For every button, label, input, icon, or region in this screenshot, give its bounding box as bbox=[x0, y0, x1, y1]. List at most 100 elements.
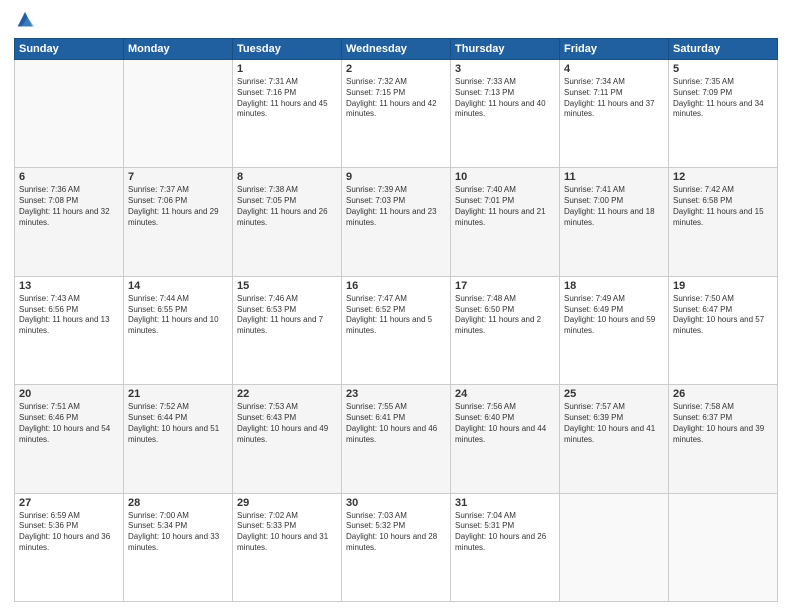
day-number: 7 bbox=[128, 171, 228, 183]
day-number: 25 bbox=[564, 388, 664, 400]
logo-icon bbox=[14, 10, 36, 32]
day-number: 18 bbox=[564, 280, 664, 292]
calendar-cell: 13 Sunrise: 7:43 AM Sunset: 6:56 PM Dayli… bbox=[15, 276, 124, 384]
calendar-cell: 31 Sunrise: 7:04 AM Sunset: 5:31 PM Dayli… bbox=[451, 493, 560, 601]
calendar-cell: 15 Sunrise: 7:46 AM Sunset: 6:53 PM Dayli… bbox=[233, 276, 342, 384]
day-info: Sunrise: 7:38 AM Sunset: 7:05 PM Dayligh… bbox=[237, 185, 337, 228]
weekday-header: Monday bbox=[124, 39, 233, 60]
day-number: 23 bbox=[346, 388, 446, 400]
day-info: Sunrise: 7:35 AM Sunset: 7:09 PM Dayligh… bbox=[673, 77, 773, 120]
calendar-cell: 24 Sunrise: 7:56 AM Sunset: 6:40 PM Dayli… bbox=[451, 385, 560, 493]
calendar-cell bbox=[669, 493, 778, 601]
calendar-cell bbox=[560, 493, 669, 601]
day-info: Sunrise: 7:47 AM Sunset: 6:52 PM Dayligh… bbox=[346, 294, 446, 337]
day-number: 10 bbox=[455, 171, 555, 183]
day-number: 13 bbox=[19, 280, 119, 292]
day-info: Sunrise: 7:50 AM Sunset: 6:47 PM Dayligh… bbox=[673, 294, 773, 337]
calendar-cell: 26 Sunrise: 7:58 AM Sunset: 6:37 PM Dayli… bbox=[669, 385, 778, 493]
day-number: 31 bbox=[455, 497, 555, 509]
day-info: Sunrise: 7:56 AM Sunset: 6:40 PM Dayligh… bbox=[455, 402, 555, 445]
calendar-week-row: 6 Sunrise: 7:36 AM Sunset: 7:08 PM Daylig… bbox=[15, 168, 778, 276]
calendar-cell bbox=[124, 60, 233, 168]
calendar-cell: 30 Sunrise: 7:03 AM Sunset: 5:32 PM Dayli… bbox=[342, 493, 451, 601]
calendar-cell: 21Sunrise: 7:52 AM Sunset: 6:44 PM Dayli… bbox=[124, 385, 233, 493]
day-info: Sunrise: 7:44 AM Sunset: 6:55 PM Dayligh… bbox=[128, 294, 228, 337]
day-number: 27 bbox=[19, 497, 119, 509]
day-number: 29 bbox=[237, 497, 337, 509]
calendar-cell: 4Sunrise: 7:34 AM Sunset: 7:11 PM Daylig… bbox=[560, 60, 669, 168]
day-number: 9 bbox=[346, 171, 446, 183]
logo bbox=[14, 10, 40, 32]
calendar-cell: 10 Sunrise: 7:40 AM Sunset: 7:01 PM Dayli… bbox=[451, 168, 560, 276]
day-info: Sunrise: 7:46 AM Sunset: 6:53 PM Dayligh… bbox=[237, 294, 337, 337]
calendar-cell: 6 Sunrise: 7:36 AM Sunset: 7:08 PM Daylig… bbox=[15, 168, 124, 276]
calendar-cell: 23 Sunrise: 7:55 AM Sunset: 6:41 PM Dayli… bbox=[342, 385, 451, 493]
day-info: Sunrise: 7:42 AM Sunset: 6:58 PM Dayligh… bbox=[673, 185, 773, 228]
day-info: Sunrise: 7:03 AM Sunset: 5:32 PM Dayligh… bbox=[346, 511, 446, 554]
calendar-cell: 3 Sunrise: 7:33 AM Sunset: 7:13 PM Daylig… bbox=[451, 60, 560, 168]
weekday-header: Thursday bbox=[451, 39, 560, 60]
day-info: Sunrise: 7:36 AM Sunset: 7:08 PM Dayligh… bbox=[19, 185, 119, 228]
calendar-cell: 12 Sunrise: 7:42 AM Sunset: 6:58 PM Dayli… bbox=[669, 168, 778, 276]
day-info: Sunrise: 7:55 AM Sunset: 6:41 PM Dayligh… bbox=[346, 402, 446, 445]
day-info: Sunrise: 6:59 AM Sunset: 5:36 PM Dayligh… bbox=[19, 511, 119, 554]
calendar-page: SundayMondayTuesdayWednesdayThursdayFrid… bbox=[0, 0, 792, 612]
calendar-cell: 2 Sunrise: 7:32 AM Sunset: 7:15 PM Daylig… bbox=[342, 60, 451, 168]
day-info: Sunrise: 7:49 AM Sunset: 6:49 PM Dayligh… bbox=[564, 294, 664, 337]
day-info: Sunrise: 7:43 AM Sunset: 6:56 PM Dayligh… bbox=[19, 294, 119, 337]
calendar-cell: 17Sunrise: 7:48 AM Sunset: 6:50 PM Dayli… bbox=[451, 276, 560, 384]
day-number: 2 bbox=[346, 63, 446, 75]
day-number: 12 bbox=[673, 171, 773, 183]
day-number: 21 bbox=[128, 388, 228, 400]
day-info: Sunrise: 7:32 AM Sunset: 7:15 PM Dayligh… bbox=[346, 77, 446, 120]
calendar-cell: 14Sunrise: 7:44 AM Sunset: 6:55 PM Dayli… bbox=[124, 276, 233, 384]
calendar-cell: 27 Sunrise: 6:59 AM Sunset: 5:36 PM Dayli… bbox=[15, 493, 124, 601]
day-number: 15 bbox=[237, 280, 337, 292]
day-number: 11 bbox=[564, 171, 664, 183]
day-number: 1 bbox=[237, 63, 337, 75]
calendar-cell: 7 Sunrise: 7:37 AM Sunset: 7:06 PM Daylig… bbox=[124, 168, 233, 276]
day-number: 20 bbox=[19, 388, 119, 400]
day-number: 28 bbox=[128, 497, 228, 509]
day-number: 30 bbox=[346, 497, 446, 509]
day-info: Sunrise: 7:57 AM Sunset: 6:39 PM Dayligh… bbox=[564, 402, 664, 445]
weekday-header-row: SundayMondayTuesdayWednesdayThursdayFrid… bbox=[15, 39, 778, 60]
day-info: Sunrise: 7:00 AM Sunset: 5:34 PM Dayligh… bbox=[128, 511, 228, 554]
weekday-header: Sunday bbox=[15, 39, 124, 60]
calendar-cell: 25 Sunrise: 7:57 AM Sunset: 6:39 PM Dayli… bbox=[560, 385, 669, 493]
day-info: Sunrise: 7:31 AM Sunset: 7:16 PM Dayligh… bbox=[237, 77, 337, 120]
calendar-cell: 9 Sunrise: 7:39 AM Sunset: 7:03 PM Daylig… bbox=[342, 168, 451, 276]
day-info: Sunrise: 7:39 AM Sunset: 7:03 PM Dayligh… bbox=[346, 185, 446, 228]
weekday-header: Wednesday bbox=[342, 39, 451, 60]
header bbox=[14, 10, 778, 32]
day-number: 22 bbox=[237, 388, 337, 400]
day-info: Sunrise: 7:58 AM Sunset: 6:37 PM Dayligh… bbox=[673, 402, 773, 445]
calendar-week-row: 20 Sunrise: 7:51 AM Sunset: 6:46 PM Dayli… bbox=[15, 385, 778, 493]
calendar-cell: 18 Sunrise: 7:49 AM Sunset: 6:49 PM Dayli… bbox=[560, 276, 669, 384]
calendar-cell: 1 Sunrise: 7:31 AM Sunset: 7:16 PM Daylig… bbox=[233, 60, 342, 168]
day-number: 3 bbox=[455, 63, 555, 75]
day-info: Sunrise: 7:40 AM Sunset: 7:01 PM Dayligh… bbox=[455, 185, 555, 228]
day-info: Sunrise: 7:37 AM Sunset: 7:06 PM Dayligh… bbox=[128, 185, 228, 228]
day-number: 26 bbox=[673, 388, 773, 400]
calendar-cell: 28 Sunrise: 7:00 AM Sunset: 5:34 PM Dayli… bbox=[124, 493, 233, 601]
calendar-week-row: 13 Sunrise: 7:43 AM Sunset: 6:56 PM Dayli… bbox=[15, 276, 778, 384]
day-info: Sunrise: 7:48 AM Sunset: 6:50 PM Dayligh… bbox=[455, 294, 555, 337]
calendar-cell: 5Sunrise: 7:35 AM Sunset: 7:09 PM Daylig… bbox=[669, 60, 778, 168]
calendar-cell: 16Sunrise: 7:47 AM Sunset: 6:52 PM Dayli… bbox=[342, 276, 451, 384]
day-number: 6 bbox=[19, 171, 119, 183]
calendar-cell: 19Sunrise: 7:50 AM Sunset: 6:47 PM Dayli… bbox=[669, 276, 778, 384]
calendar-cell: 20 Sunrise: 7:51 AM Sunset: 6:46 PM Dayli… bbox=[15, 385, 124, 493]
day-info: Sunrise: 7:02 AM Sunset: 5:33 PM Dayligh… bbox=[237, 511, 337, 554]
calendar-table: SundayMondayTuesdayWednesdayThursdayFrid… bbox=[14, 38, 778, 602]
day-info: Sunrise: 7:41 AM Sunset: 7:00 PM Dayligh… bbox=[564, 185, 664, 228]
day-info: Sunrise: 7:34 AM Sunset: 7:11 PM Dayligh… bbox=[564, 77, 664, 120]
day-info: Sunrise: 7:33 AM Sunset: 7:13 PM Dayligh… bbox=[455, 77, 555, 120]
weekday-header: Saturday bbox=[669, 39, 778, 60]
calendar-cell: 22 Sunrise: 7:53 AM Sunset: 6:43 PM Dayli… bbox=[233, 385, 342, 493]
calendar-week-row: 1 Sunrise: 7:31 AM Sunset: 7:16 PM Daylig… bbox=[15, 60, 778, 168]
day-number: 24 bbox=[455, 388, 555, 400]
day-info: Sunrise: 7:51 AM Sunset: 6:46 PM Dayligh… bbox=[19, 402, 119, 445]
day-info: Sunrise: 7:53 AM Sunset: 6:43 PM Dayligh… bbox=[237, 402, 337, 445]
day-info: Sunrise: 7:04 AM Sunset: 5:31 PM Dayligh… bbox=[455, 511, 555, 554]
